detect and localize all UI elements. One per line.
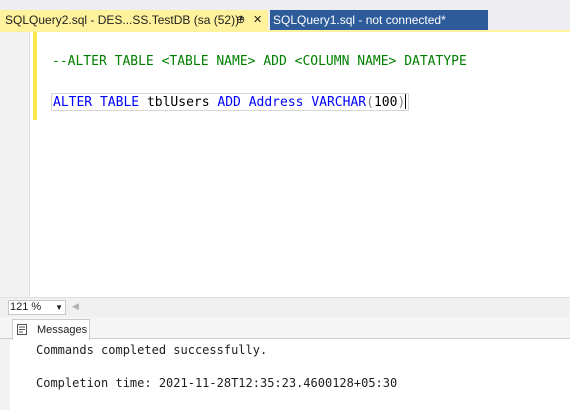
change-tracking-bar xyxy=(33,32,37,120)
zoom-dropdown[interactable]: 121 % ▼ xyxy=(8,300,66,315)
results-gutter xyxy=(0,339,10,410)
close-icon[interactable]: ✕ xyxy=(253,10,262,30)
keyword-alter: ALTER xyxy=(53,95,93,110)
tab-sqlquery2[interactable]: SQLQuery2.sql - DES...SS.TestDB (sa (52)… xyxy=(0,10,268,30)
sql-comment-line: --ALTER TABLE <TABLE NAME> ADD <COLUMN N… xyxy=(52,54,467,69)
query-editor[interactable]: --ALTER TABLE <TABLE NAME> ADD <COLUMN N… xyxy=(0,32,570,297)
text-caret xyxy=(405,94,407,109)
pin-icon[interactable]: ⊕ xyxy=(236,10,245,30)
tab-messages[interactable]: Messages xyxy=(12,319,90,340)
column-name: Address xyxy=(248,95,304,110)
tab-label: SQLQuery2.sql - DES...SS.TestDB (sa (52)… xyxy=(5,13,244,27)
scroll-left-icon[interactable]: ◀ xyxy=(72,301,79,312)
editor-status-bar: 121 % ▼ ◀ xyxy=(0,297,570,317)
results-pane: Messages Commands completed successfully… xyxy=(0,317,570,410)
message-line: Commands completed successfully. xyxy=(36,343,268,357)
keyword-add: ADD xyxy=(217,95,241,110)
sql-statement-line[interactable]: ALTER TABLE tblUsers ADD Address VARCHAR… xyxy=(51,93,410,111)
chevron-down-icon[interactable]: ▼ xyxy=(55,301,63,314)
document-tab-strip: SQLQuery2.sql - DES...SS.TestDB (sa (52)… xyxy=(0,0,570,32)
tab-label: SQLQuery1.sql - not connected* xyxy=(273,13,446,27)
table-name: tblUsers xyxy=(146,95,210,110)
paren-close: ) xyxy=(397,95,406,110)
message-line: Completion time: 2021-11-28T12:35:23.460… xyxy=(36,376,398,390)
keyword-table: TABLE xyxy=(99,95,140,110)
messages-tab-label: Messages xyxy=(37,324,88,336)
type-length: 100 xyxy=(373,95,398,110)
zoom-value: 121 % xyxy=(10,301,42,313)
gutter-divider xyxy=(29,32,30,297)
data-type: VARCHAR xyxy=(311,95,367,110)
tab-sqlquery1[interactable]: SQLQuery1.sql - not connected* xyxy=(270,10,488,30)
results-tab-bar: Messages xyxy=(0,317,570,340)
messages-icon xyxy=(17,324,27,335)
editor-gutter xyxy=(0,32,29,297)
paren-open: ( xyxy=(366,95,374,110)
